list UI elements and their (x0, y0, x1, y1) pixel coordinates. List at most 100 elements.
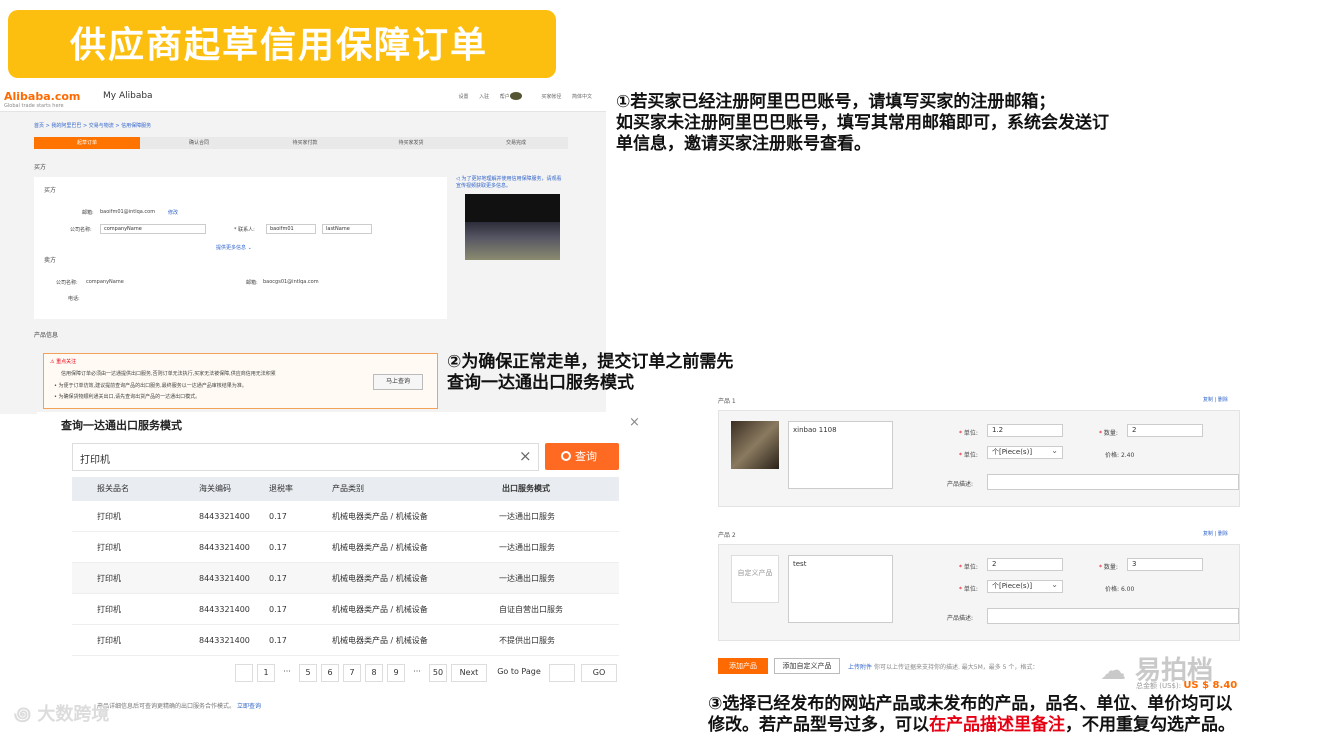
note-1-line-3: 单信息，邀请买家注册账号查看。 (616, 134, 871, 154)
product-2-qty-label: * 数量: (1099, 564, 1118, 571)
company-input[interactable]: companyName (100, 224, 206, 234)
add-product-button[interactable]: 添加产品 (718, 658, 768, 674)
pager-page-6[interactable]: 6 (321, 664, 339, 682)
product-1-unit-select[interactable]: 个[Piece(s)] (987, 445, 1063, 459)
table-header: 报关品名 海关编码 退税率 产品类别 出口服务模式 (72, 477, 619, 501)
header-link-buyer[interactable]: 买家帐径 (541, 94, 561, 100)
table-row[interactable]: 打印机 8443321400 0.17 机械电器类产品 / 机械设备 自证自营出… (72, 594, 619, 625)
header-link-settings[interactable]: 设置 (459, 94, 469, 100)
product-2-name-input[interactable]: test (788, 555, 893, 623)
product-1-desc-input[interactable] (987, 474, 1239, 490)
product-1-qty-input[interactable]: 2 (1127, 424, 1203, 437)
step-draft-order: 起草订单 (34, 137, 140, 149)
table-row[interactable]: 打印机 8443321400 0.17 机械电器类产品 / 机械设备 不提供出口… (72, 625, 619, 656)
buyer-seller-panel: 买方 邮箱: baoifm01@intlqa.com 修改 公司名称: comp… (34, 177, 447, 319)
note-2: ②为确保正常走单，提交订单之前需先 查询一达通出口服务模式 (447, 352, 733, 394)
pager-next[interactable]: Next (451, 664, 487, 682)
col-category: 产品类别 (332, 484, 364, 493)
section-buyer-title: 买方 (34, 164, 47, 171)
video-tip[interactable]: ◁ 为了更好地理解并使用信用保障服务，请观看宣传视频获取更多信息。 (456, 176, 566, 190)
product-1-desc-label: 产品描述: (947, 481, 974, 488)
note-2-line-2: 查询一达通出口服务模式 (447, 373, 634, 393)
seller-phone-label: 电话: (68, 296, 80, 302)
breadcrumb[interactable]: 首页 > 我的阿里巴巴 > 交易与物流 > 信用保障服务 (34, 122, 151, 129)
seller-email-label: 邮箱: (246, 280, 258, 286)
go-to-page-input[interactable] (549, 664, 575, 682)
pager-prev[interactable] (235, 664, 253, 682)
more-info-link[interactable]: 提供更多信息 ⌄ (216, 244, 252, 251)
product-2-unit-price-input[interactable]: 2 (987, 558, 1063, 571)
product-2-unit-select[interactable]: 个[Piece(s)] (987, 579, 1063, 593)
product-2-actions[interactable]: 复制 | 删除 (1203, 530, 1228, 537)
product-2-desc-input[interactable] (987, 608, 1239, 624)
product-2-desc-label: 产品描述: (947, 615, 974, 622)
search-input[interactable]: 打印机 × (72, 443, 539, 471)
product-1-name-input[interactable]: xinbao 1108 (788, 421, 893, 489)
col-name: 报关品名 (97, 484, 129, 493)
pager-page-8[interactable]: 8 (365, 664, 383, 682)
search-input-value: 打印机 (80, 455, 110, 466)
pager-page-7[interactable]: 7 (343, 664, 361, 682)
contact-first-name-input[interactable]: baoifm01 (266, 224, 316, 234)
email-label: 邮箱: (82, 210, 94, 216)
col-rebate: 退税率 (269, 484, 293, 493)
header-link-join[interactable]: 入驻 (479, 94, 489, 100)
my-alibaba-link[interactable]: My Alibaba (103, 91, 153, 101)
bottom-left-watermark: ꩜ 大数跨境 (14, 704, 110, 725)
product-2-qty-input[interactable]: 3 (1127, 558, 1203, 571)
company-label: 公司名称: (70, 227, 92, 233)
col-hs-code: 海关编码 (199, 484, 231, 493)
pager-page-1[interactable]: 1 (257, 664, 275, 682)
clear-icon[interactable]: × (519, 447, 532, 465)
header-links: 设置 入驻 帮户 买家帐径 简体中文 (450, 93, 592, 100)
brand-logo-icon: ꩜ (14, 704, 38, 725)
step-await-shipment: 待买家发货 (398, 140, 424, 146)
close-icon[interactable]: × (629, 415, 640, 430)
table-row[interactable]: 打印机 8443321400 0.17 机械电器类产品 / 机械设备 一达通出口… (72, 563, 619, 594)
product-1-price-label: 价格: 2.40 (1105, 452, 1135, 459)
alibaba-logo[interactable]: Alibaba.com Global trade starts here (4, 90, 80, 109)
product-2-label: 产品 2 (718, 532, 736, 539)
header-link-account[interactable]: 帮户 (500, 94, 510, 100)
email-value: baoifm01@intlqa.com (100, 209, 156, 215)
query-now-button[interactable]: 马上查询 (373, 374, 423, 390)
upload-attachment-link[interactable]: 上传附件 (848, 664, 872, 671)
slide-title: 供应商起草信用保障订单 (70, 25, 489, 66)
wechat-watermark: ☁ 易拍档 (1100, 656, 1214, 686)
product-1-unit-price-input[interactable]: 1.2 (987, 424, 1063, 437)
step-complete: 交易完成 (505, 140, 526, 146)
export-mode-query-dialog: 查询一达通出口服务模式 × 打印机 × 查询 报关品名 海关编码 退税率 产品类… (37, 412, 644, 715)
contact-label: * 联系人: (234, 227, 255, 233)
add-custom-product-button[interactable]: 添加自定义产品 (774, 658, 840, 674)
product-list-screenshot: 产品 1 复制 | 删除 xinbao 1108 * 单位: 1.2 * 数量:… (706, 388, 1254, 694)
warning-line-1: 信用保障订单必须由一达通提供出口服务,否则订单无法执行,买家无法被保障,供应商信… (61, 371, 276, 377)
product-1-unit-price-label: * 单位: (959, 430, 978, 437)
note-1-line-1: ①若买家已经注册阿里巴巴账号，请填写买家的注册邮箱； (616, 92, 1056, 112)
product-1-card: xinbao 1108 * 单位: 1.2 * 数量: 2 * 单位: 个[Pi… (718, 410, 1240, 507)
pager-ellipsis: ··· (279, 664, 295, 682)
table-row[interactable]: 打印机 8443321400 0.17 机械电器类产品 / 机械设备 一达通出口… (72, 501, 619, 532)
language-selector[interactable]: 简体中文 (572, 94, 592, 100)
product-1-actions[interactable]: 复制 | 删除 (1203, 396, 1228, 403)
go-button[interactable]: GO (581, 664, 617, 682)
product-2-price-label: 价格: 6.00 (1105, 586, 1135, 593)
query-now-link[interactable]: 立即查询 (237, 703, 261, 710)
table-row[interactable]: 打印机 8443321400 0.17 机械电器类产品 / 机械设备 一达通出口… (72, 532, 619, 563)
search-icon (561, 451, 571, 461)
search-button[interactable]: 查询 (545, 443, 619, 470)
contact-last-name-input[interactable]: lastName (322, 224, 372, 234)
email-edit-link[interactable]: 修改 (168, 209, 178, 216)
pager-page-5[interactable]: 5 (299, 664, 317, 682)
pager-page-50[interactable]: 50 (429, 664, 447, 682)
upload-attachment: 上传附件 你可以上传证据来支持你的描述. 最大5M，最多 5 个，格式： (848, 664, 1039, 671)
warning-line-3: • 为确保货物顺利通关出口,请先查询出货产品的一达通出口模式。 (54, 394, 201, 400)
product-info-title: 产品信息 (34, 332, 59, 339)
chevron-down-icon: ⌄ (247, 245, 252, 251)
order-progress-steps: 起草订单 确认合同 待买家付款 待买家发货 交易完成 (34, 137, 568, 149)
warning-line-2: • 为便于订单仿效,建议提前查询产品的出口服务,最终服务以一达通产品审核结果为准… (54, 383, 247, 389)
product-2-card: 自定义产品 test * 单位: 2 * 数量: 3 * 单位: 个[Piece… (718, 544, 1240, 641)
product-1-label: 产品 1 (718, 398, 736, 405)
note-3-line-1: ③选择已经发布的网站产品或未发布的产品，品名、单位、单价均可以 (708, 694, 1233, 714)
pager-page-9[interactable]: 9 (387, 664, 405, 682)
warning-title: ⚠ 重点关注 (50, 359, 77, 365)
